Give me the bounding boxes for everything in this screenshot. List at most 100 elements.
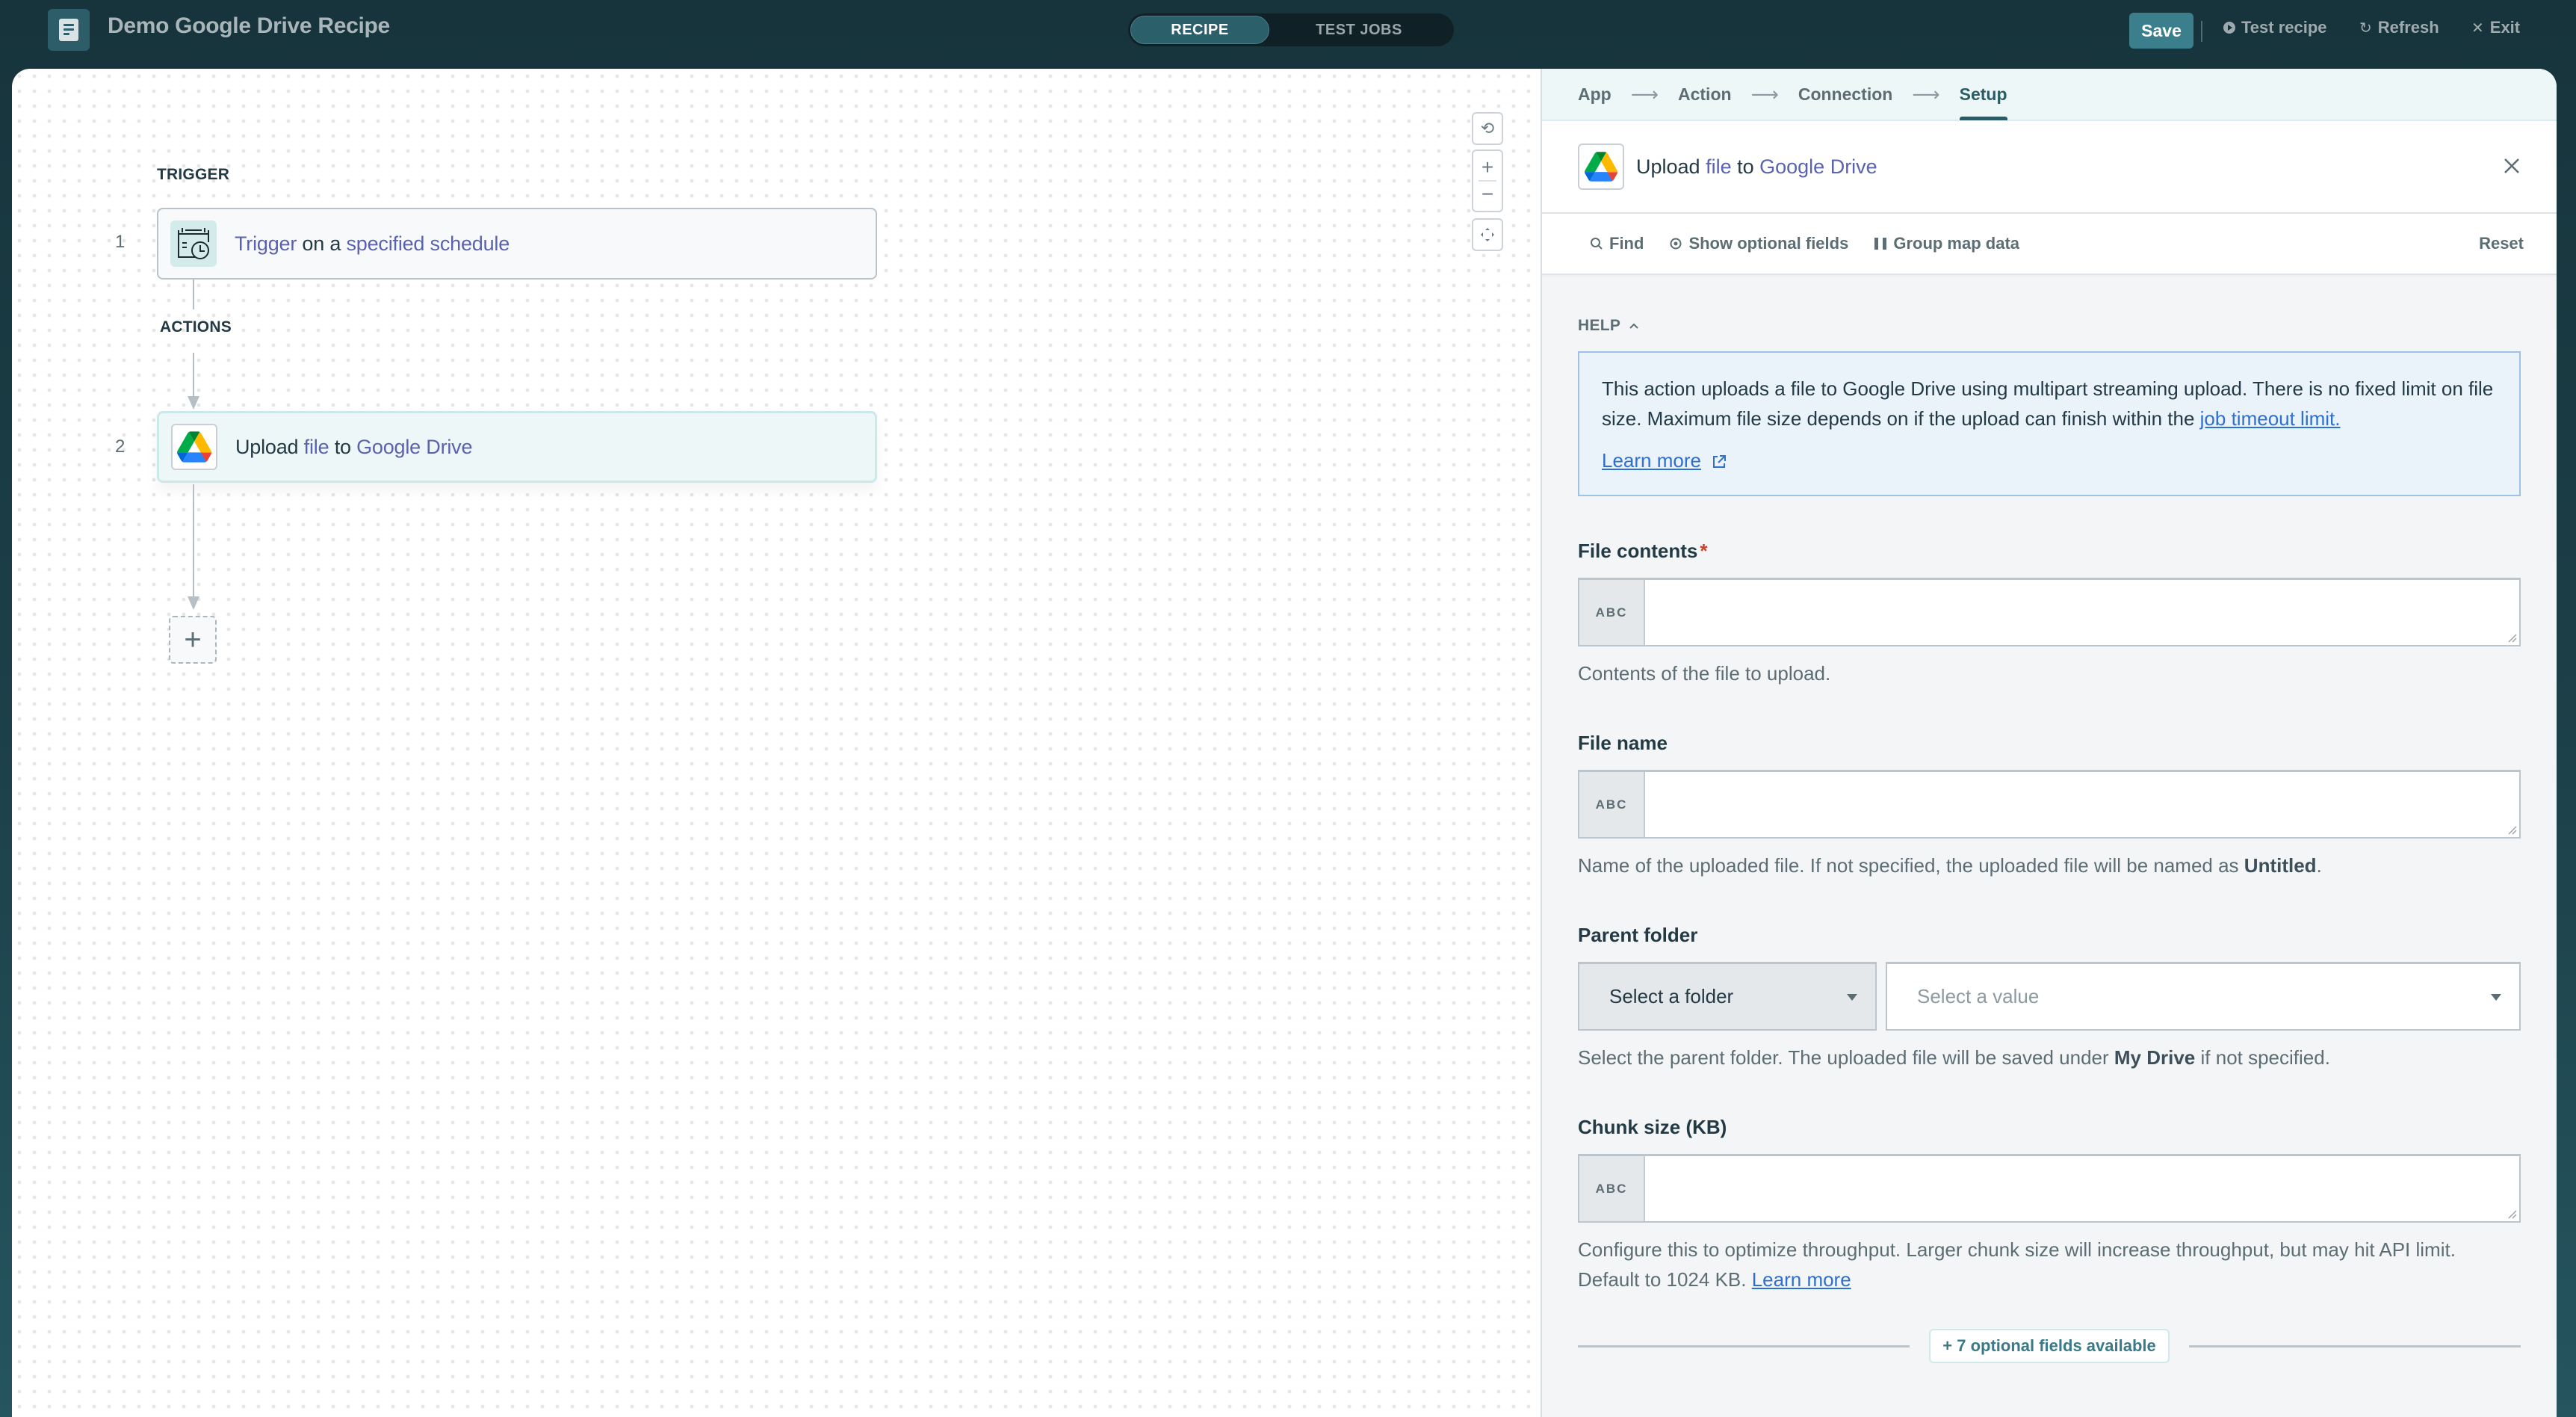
optional-fields-button[interactable]: + 7 optional fields available [1929, 1329, 2170, 1363]
zoom-out-icon[interactable]: − [1481, 182, 1493, 207]
step-connector [193, 280, 194, 309]
step-connector [193, 353, 194, 398]
save-button[interactable]: Save [2129, 13, 2193, 49]
chevron-up-icon [1629, 323, 1638, 329]
step-number: 2 [115, 436, 126, 457]
actions-section-label: ACTIONS [160, 318, 232, 336]
fit-view-button[interactable] [1472, 218, 1503, 251]
object-keyword[interactable]: file [304, 436, 329, 458]
step-config-panel: App ⟶ Action ⟶ Connection ⟶ Setup Upload… [1541, 69, 2557, 1417]
text-type-badge: ABC [1579, 1156, 1645, 1221]
parent-folder-placeholder: Select a value [1917, 985, 2040, 1007]
reset-button[interactable]: Reset [2479, 234, 2524, 253]
wizard-step-app[interactable]: App [1578, 69, 1611, 120]
arrow-right-icon: ⟶ [1750, 82, 1779, 105]
test-recipe-button[interactable]: Test recipe [2223, 18, 2327, 37]
trigger-connector-text: on a [297, 232, 347, 255]
chunk-size-field: Chunk size (KB) ABC Configure this to op… [1578, 1116, 2521, 1294]
tab-recipe[interactable]: RECIPE [1130, 16, 1269, 44]
arrow-down-icon [188, 396, 199, 410]
folder-mode-select[interactable]: Select a folder [1578, 962, 1877, 1031]
chunk-size-input-wrapper: ABC [1578, 1154, 2521, 1223]
document-icon [59, 19, 78, 41]
chunk-size-input[interactable] [1645, 1156, 2519, 1221]
action-step-card[interactable]: Upload file to Google Drive [157, 411, 877, 483]
file-name-input[interactable] [1645, 772, 2519, 837]
exit-label: Exit [2489, 18, 2521, 37]
fit-to-screen-icon [1481, 228, 1494, 241]
trigger-step-card[interactable]: Trigger on a specified schedule [157, 208, 877, 280]
parent-folder-select[interactable]: Select a value [1886, 962, 2521, 1031]
wizard-step-setup[interactable]: Setup [1959, 69, 2007, 120]
zoom-controls: + − [1472, 149, 1503, 212]
wizard-step-connection[interactable]: Connection [1798, 69, 1893, 120]
help-learn-more-link[interactable]: Learn more [1602, 449, 1701, 472]
resize-handle-icon[interactable] [2507, 632, 2517, 643]
google-drive-icon [1578, 143, 1624, 190]
find-label: Find [1609, 234, 1644, 253]
file-contents-input[interactable] [1645, 580, 2519, 645]
setup-form: HELP This action uploads a file to Googl… [1542, 317, 2557, 1363]
refresh-button[interactable]: ↻ Refresh [2359, 18, 2439, 37]
trigger-keyword[interactable]: Trigger [235, 232, 297, 255]
close-icon: ✕ [2471, 19, 2484, 37]
file-name-label: File name [1578, 732, 1668, 754]
action-title-app[interactable]: Google Drive [1759, 155, 1877, 178]
test-recipe-label: Test recipe [2241, 18, 2327, 37]
arrow-down-icon [188, 596, 199, 610]
action-connector-text: to [329, 435, 357, 458]
action-title-connector: to [1731, 155, 1760, 178]
chunk-size-hint: Configure this to optimize throughput. L… [1578, 1238, 2456, 1291]
divider [1578, 1345, 1910, 1347]
app-keyword[interactable]: Google Drive [356, 436, 472, 458]
action-title: Upload file to Google Drive [1636, 155, 1877, 179]
action-title-verb: Upload [1636, 155, 1706, 178]
parent-folder-label: Parent folder [1578, 924, 1698, 946]
recipe-canvas[interactable]: TRIGGER 1 Trigger on a specified schedul… [12, 69, 1541, 1417]
tab-test-jobs[interactable]: TEST JOBS [1269, 16, 1449, 44]
file-name-hint: Name of the uploaded file. If not specif… [1578, 854, 2322, 877]
group-map-data-button[interactable]: Group map data [1874, 234, 2019, 253]
recipe-icon[interactable] [48, 9, 90, 51]
chunk-size-learn-more-link[interactable]: Learn more [1752, 1268, 1851, 1291]
file-contents-hint: Contents of the file to upload. [1578, 662, 1831, 685]
step-number: 1 [115, 232, 126, 252]
help-box: This action uploads a file to Google Dri… [1578, 351, 2521, 496]
caret-down-icon [1847, 994, 1857, 1001]
step-connector [193, 484, 194, 596]
zoom-in-icon[interactable]: + [1481, 155, 1493, 180]
job-timeout-link[interactable]: job timeout limit. [2200, 407, 2341, 430]
text-type-badge: ABC [1579, 772, 1645, 837]
close-panel-icon[interactable] [2500, 154, 2524, 178]
show-optional-label: Show optional fields [1688, 234, 1849, 253]
undo-icon: ⟲ [1480, 119, 1495, 138]
help-text: This action uploads a file to Google Dri… [1602, 377, 2494, 430]
exit-button[interactable]: ✕ Exit [2471, 18, 2520, 37]
resize-handle-icon[interactable] [2507, 1208, 2517, 1219]
refresh-icon: ↻ [2359, 19, 2372, 37]
folder-mode-value: Select a folder [1609, 985, 1734, 1007]
action-title-object[interactable]: file [1706, 155, 1732, 178]
trigger-section-label: TRIGGER [157, 166, 230, 183]
recipe-title[interactable]: Demo Google Drive Recipe [108, 13, 390, 39]
panel-toolbar: Find Show optional fields Group map data… [1542, 214, 2557, 275]
schedule-keyword[interactable]: specified schedule [346, 232, 510, 255]
file-contents-label: File contents * [1578, 540, 1708, 562]
trigger-step-text: Trigger on a specified schedule [235, 232, 510, 256]
group-icon [1874, 238, 1887, 250]
help-label: HELP [1578, 317, 1621, 334]
show-optional-fields-button[interactable]: Show optional fields [1669, 234, 1848, 253]
resize-handle-icon[interactable] [2507, 824, 2517, 835]
parent-folder-field: Parent folder Select a folder Select a v… [1578, 924, 2521, 1072]
wizard-step-action[interactable]: Action [1678, 69, 1732, 120]
add-step-button[interactable]: + [169, 616, 217, 664]
find-button[interactable]: Find [1590, 234, 1644, 253]
action-step-text: Upload file to Google Drive [235, 436, 472, 459]
eye-icon [1670, 238, 1682, 250]
play-icon [2223, 22, 2235, 34]
schedule-icon [170, 220, 217, 267]
help-toggle[interactable]: HELP [1578, 317, 2521, 335]
reset-view-button[interactable]: ⟲ [1472, 112, 1503, 145]
group-map-label: Group map data [1893, 234, 2020, 253]
file-name-input-wrapper: ABC [1578, 770, 2521, 839]
